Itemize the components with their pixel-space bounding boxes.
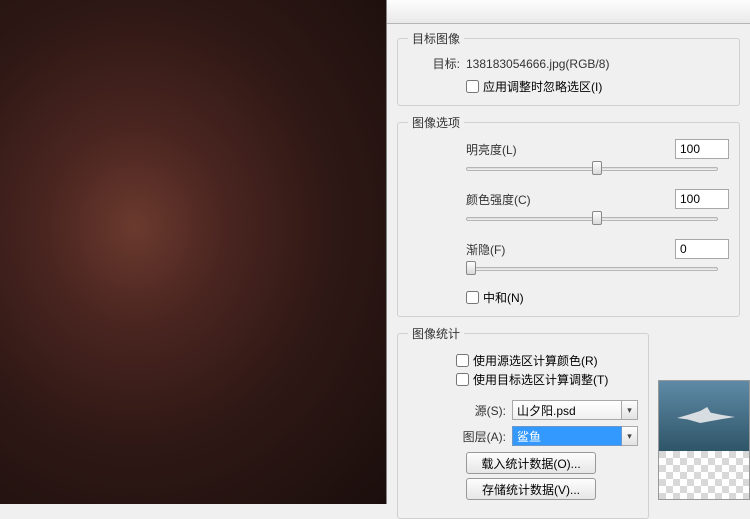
load-stats-button[interactable]: 载入统计数据(O)... [466,452,596,474]
image-stats-group: 图像统计 使用源选区计算颜色(R) 使用目标选区计算调整(T) 源(S): 山夕… [397,325,649,519]
shark-icon [677,407,735,427]
target-image-legend: 目标图像 [408,30,464,47]
preview-thumbnail [658,380,750,500]
use-source-selection-label: 使用源选区计算颜色(R) [473,352,598,369]
luminance-slider[interactable] [466,163,718,175]
dialog-titlebar[interactable] [387,0,750,24]
layer-combo-button[interactable]: ▾ [622,426,638,446]
neutralize-checkbox[interactable] [466,291,479,304]
color-intensity-slider-thumb[interactable] [592,211,602,225]
color-intensity-input[interactable] [675,189,729,209]
layer-combo-value: 鲨鱼 [517,428,541,445]
ignore-selection-checkbox[interactable] [466,80,479,93]
image-stats-legend: 图像统计 [408,325,464,342]
target-label: 目标: [408,55,460,72]
ignore-selection-label: 应用调整时忽略选区(I) [483,78,602,95]
source-combo-button[interactable]: ▾ [622,400,638,420]
canvas-image [0,0,386,504]
luminance-input[interactable] [675,139,729,159]
save-stats-button[interactable]: 存储统计数据(V)... [466,478,596,500]
target-value: 138183054666.jpg(RGB/8) [466,57,609,71]
fade-slider[interactable] [466,263,718,275]
source-combo-value: 山夕阳.psd [517,402,576,419]
layer-label: 图层(A): [456,428,506,445]
use-target-selection-label: 使用目标选区计算调整(T) [473,371,608,388]
layer-combo[interactable]: 鲨鱼 [512,426,622,446]
fade-label: 渐隐(F) [466,241,675,258]
image-options-group: 图像选项 明亮度(L) 颜色强度(C) 渐隐(F) [397,114,740,317]
color-intensity-slider[interactable] [466,213,718,225]
fade-input[interactable] [675,239,729,259]
neutralize-label: 中和(N) [483,289,524,306]
use-source-selection-checkbox[interactable] [456,354,469,367]
target-image-group: 目标图像 目标: 138183054666.jpg(RGB/8) 应用调整时忽略… [397,30,740,106]
source-label: 源(S): [456,402,506,419]
match-color-dialog: 目标图像 目标: 138183054666.jpg(RGB/8) 应用调整时忽略… [386,0,750,504]
luminance-label: 明亮度(L) [466,141,675,158]
color-intensity-label: 颜色强度(C) [466,191,675,208]
source-combo[interactable]: 山夕阳.psd [512,400,622,420]
use-target-selection-checkbox[interactable] [456,373,469,386]
luminance-slider-thumb[interactable] [592,161,602,175]
fade-slider-thumb[interactable] [466,261,476,275]
image-options-legend: 图像选项 [408,114,464,131]
